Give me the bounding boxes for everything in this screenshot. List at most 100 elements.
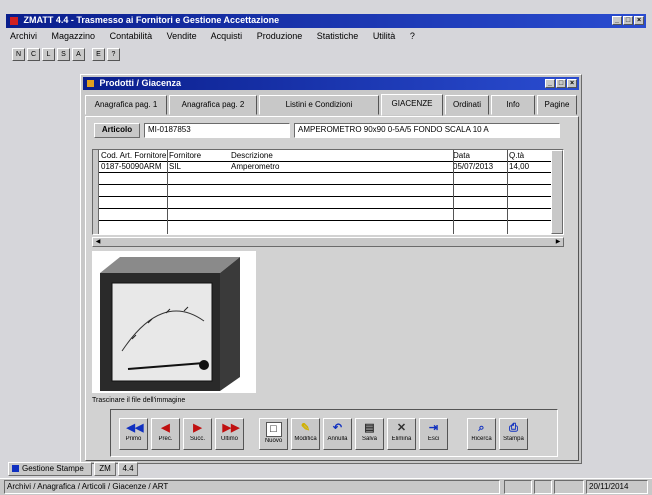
first-button[interactable]: ◀◀ Primo [119, 418, 148, 450]
search-label: Ricerca [471, 436, 492, 442]
save-label: Salva [361, 436, 377, 442]
product-image[interactable] [92, 251, 256, 393]
previous-button[interactable]: ◀ Prec. [151, 418, 180, 450]
previous-icon: ◀ [161, 422, 170, 434]
header-descrizione[interactable]: Descrizione [231, 151, 451, 160]
menu-contabilita[interactable]: Contabilità [110, 31, 153, 41]
delete-icon: ✕ [396, 422, 407, 434]
edit-icon: ✎ [300, 422, 311, 434]
tab-listini[interactable]: Listini e Condizioni [259, 95, 379, 115]
tab-anagrafica-1[interactable]: Anagrafica pag. 1 [85, 95, 167, 115]
app-title: ZMATT 4.4 - Trasmesso ai Fornitori e Ges… [23, 15, 280, 25]
new-icon: □ [265, 422, 282, 437]
header-data[interactable]: Data [453, 151, 507, 160]
toolbar-help-icon[interactable]: ? [107, 48, 120, 61]
exit-button[interactable]: ⇥ Esci [419, 418, 448, 450]
first-label: Primo [125, 436, 142, 442]
status-path: Archivi / Anagrafica / Articoli / Giacen… [4, 480, 500, 494]
code-field[interactable]: MI-0187853 [144, 123, 290, 138]
print-label: Stampa [503, 436, 524, 442]
first-icon: ◀◀ [126, 422, 144, 434]
close-button[interactable]: × [634, 16, 644, 25]
tab-content-giacenze: Articolo MI-0187853 AMPEROMETRO 90x90 0-… [85, 116, 579, 461]
status-date: 20/11/2014 [586, 480, 648, 494]
save-button[interactable]: ▤ Salva [355, 418, 384, 450]
toolbar-copy-icon[interactable]: C [27, 48, 40, 61]
print-button[interactable]: ⎙ Stampa [499, 418, 528, 450]
column-divider [507, 150, 508, 234]
horizontal-scrollbar[interactable]: ◀ ▶ [92, 237, 564, 247]
last-icon: ▶▶ [222, 422, 240, 434]
child-maximize-button[interactable]: □ [556, 79, 566, 88]
undo-label: Annulla [327, 436, 348, 442]
ammeter-image [100, 257, 240, 391]
next-button[interactable]: ▶ Succ. [183, 418, 212, 450]
cell-data: 05/07/2013 [453, 162, 494, 171]
vertical-scrollbar[interactable] [551, 150, 563, 234]
taskbar-item-gestione[interactable]: Gestione Stampe [8, 462, 92, 476]
tab-info[interactable]: Info [491, 95, 535, 115]
tab-giacenze[interactable]: GIACENZE [381, 94, 443, 116]
delete-button[interactable]: ✕ Elimina [387, 418, 416, 450]
search-button[interactable]: ⌕ Ricerca [467, 418, 496, 450]
navigation-bar: ◀◀ Primo ◀ Prec. ▶ Succ. ▶▶ Ultimo □ Nuovo ✎ Modifi… [110, 409, 558, 457]
menu-utilita[interactable]: Utilità [373, 31, 396, 41]
toolbar-new-icon[interactable]: N [12, 48, 25, 61]
scroll-right-icon[interactable]: ▶ [553, 238, 563, 246]
column-divider [167, 150, 168, 234]
edit-label: Modifica [294, 436, 317, 442]
new-button[interactable]: □ Nuovo [259, 418, 288, 450]
child-minimize-button[interactable]: _ [545, 79, 555, 88]
code-label: Articolo [94, 123, 140, 138]
menu-statistiche[interactable]: Statistiche [317, 31, 359, 41]
description-field[interactable]: AMPEROMETRO 90x90 0-5A/5 FONDO SCALA 10 … [294, 123, 560, 138]
tab-pagine[interactable]: Pagine [537, 95, 577, 115]
cell-qta: 14,00 [509, 162, 530, 171]
edit-button[interactable]: ✎ Modifica [291, 418, 320, 450]
toolbar-save-icon[interactable]: S [57, 48, 70, 61]
delete-label: Elimina [391, 436, 412, 442]
header-qta[interactable]: Q.tà [509, 151, 549, 160]
header-fornitore[interactable]: Fornitore [169, 151, 229, 160]
product-window: Prodotti / Giacenza _ □ × Anagrafica pag… [80, 74, 582, 464]
cell-descrizione: Amperometro [231, 162, 280, 171]
menu-magazzino[interactable]: Magazzino [52, 31, 96, 41]
next-icon: ▶ [193, 422, 202, 434]
toolbar-exit-icon[interactable]: E [92, 48, 105, 61]
app-icon [10, 16, 18, 25]
scroll-left-icon[interactable]: ◀ [93, 238, 103, 246]
header-cod-art[interactable]: Cod. Art. Fornitore [101, 151, 167, 160]
cell-fornitore: SIL [169, 162, 182, 171]
child-close-button[interactable]: × [567, 79, 577, 88]
menu-bar: Archivi Magazzino Contabilità Vendite Ac… [10, 30, 640, 44]
taskbar-item-zm[interactable]: ZM [94, 462, 116, 476]
status-panel-3 [554, 480, 584, 494]
menu-acquisti[interactable]: Acquisti [211, 31, 243, 41]
column-divider [453, 150, 454, 234]
tab-anagrafica-2[interactable]: Anagrafica pag. 2 [169, 95, 257, 115]
taskbar-item-version[interactable]: 4.4 [118, 462, 138, 476]
last-button[interactable]: ▶▶ Ultimo [215, 418, 244, 450]
new-label: Nuovo [264, 438, 283, 444]
taskbar-item-label: Gestione Stampe [22, 464, 84, 473]
undo-button[interactable]: ↶ Annulla [323, 418, 352, 450]
undo-icon: ↶ [332, 422, 343, 434]
tab-strip: Anagrafica pag. 1 Anagrafica pag. 2 List… [85, 94, 579, 117]
minimize-button[interactable]: _ [612, 16, 622, 25]
cell-cod-art: 0187-50090ARM [101, 162, 162, 171]
tab-ordinati[interactable]: Ordinati [445, 95, 489, 115]
status-bar: Archivi / Anagrafica / Articoli / Giacen… [0, 478, 652, 495]
search-icon: ⌕ [478, 422, 485, 434]
previous-label: Prec. [158, 436, 173, 442]
menu-archivi[interactable]: Archivi [10, 31, 37, 41]
toolbar-archive-icon[interactable]: A [72, 48, 85, 61]
window-icon [87, 80, 94, 88]
toolbar-list-icon[interactable]: L [42, 48, 55, 61]
status-panel-2 [534, 480, 552, 494]
maximize-button[interactable]: □ [623, 16, 633, 25]
menu-help[interactable]: ? [410, 31, 415, 41]
menu-vendite[interactable]: Vendite [167, 31, 197, 41]
menu-produzione[interactable]: Produzione [257, 31, 303, 41]
print-icon: ⎙ [509, 422, 518, 434]
save-icon: ▤ [364, 422, 375, 434]
